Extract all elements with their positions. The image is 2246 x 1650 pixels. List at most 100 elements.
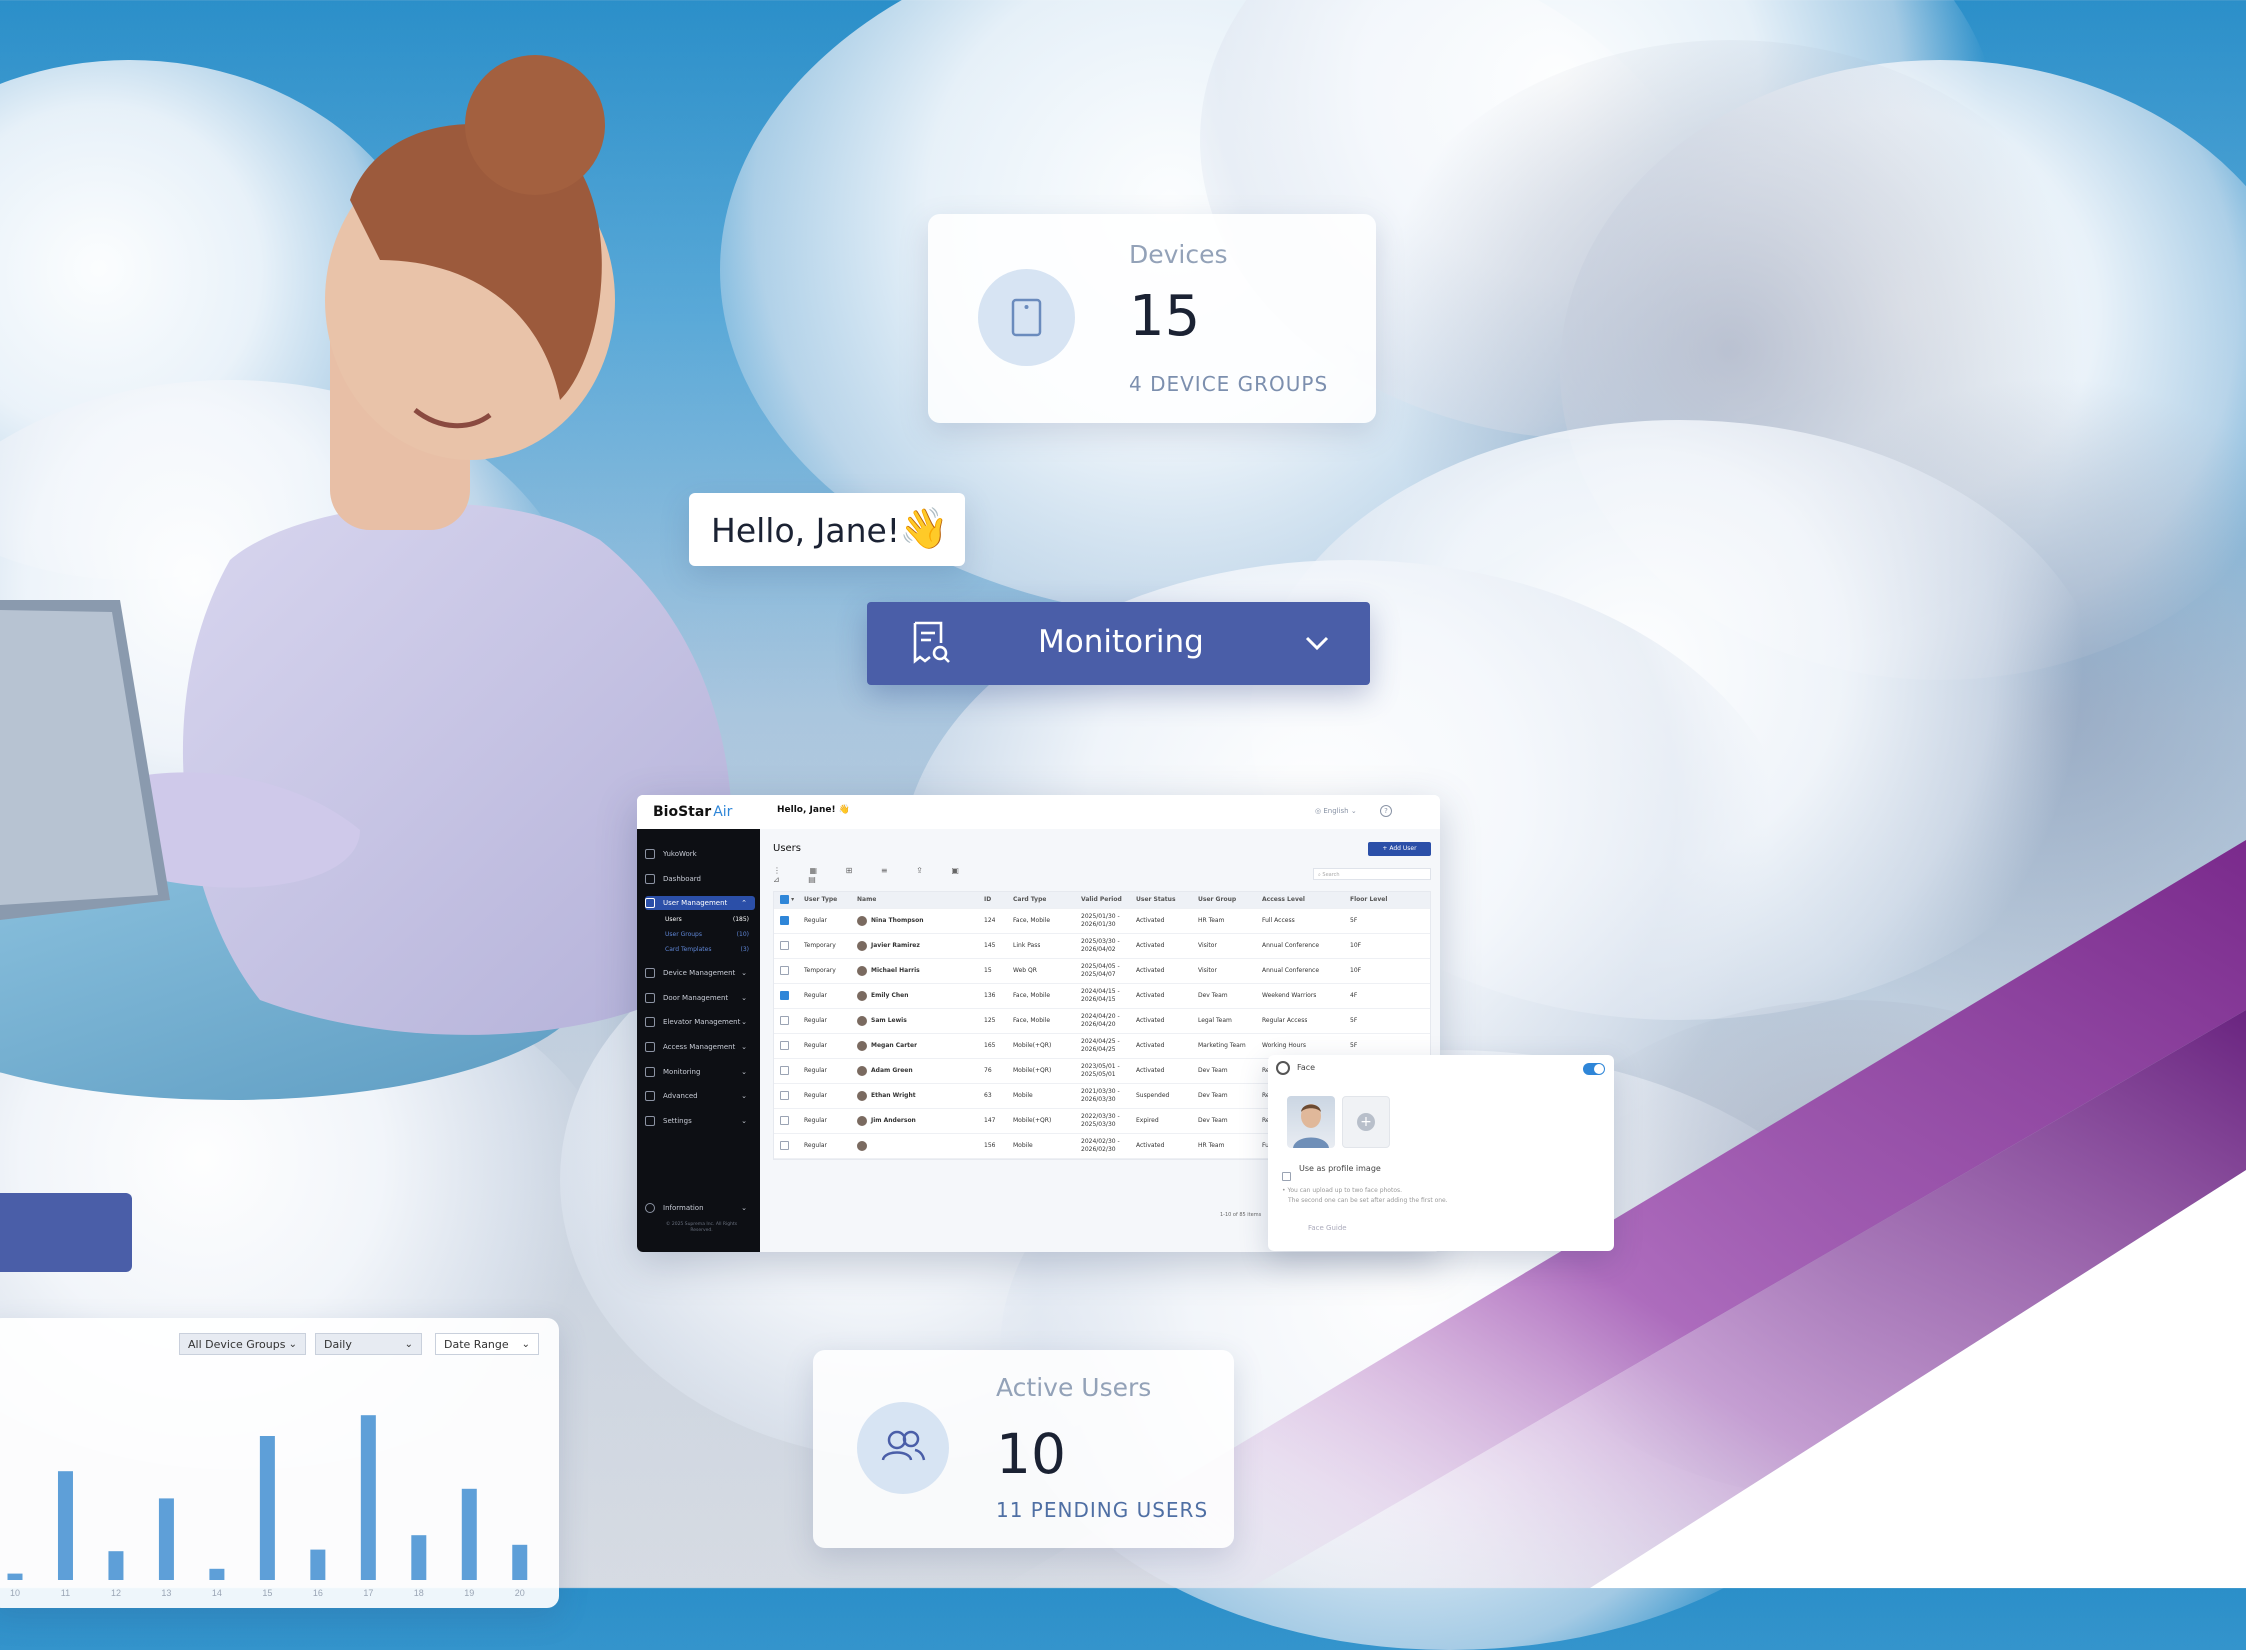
row-checkbox[interactable] <box>780 1059 789 1083</box>
partial-blue-button[interactable] <box>0 1193 132 1272</box>
plus-icon: + <box>1357 1113 1375 1131</box>
row-checkbox[interactable] <box>780 1109 789 1133</box>
table-row[interactable]: Regular Nina Thompson 124 Face, Mobile 2025/… <box>774 909 1430 934</box>
period-filter[interactable]: Daily ⌄ <box>315 1333 422 1355</box>
sidebar-item-information[interactable]: Information ⌄ <box>645 1201 755 1215</box>
x-tick-label: 14 <box>212 1588 222 1598</box>
sidebar-item-yukowork[interactable]: YukoWork <box>645 847 755 861</box>
sidebar-item-dashboard[interactable]: Dashboard <box>645 872 755 886</box>
col-user-type[interactable]: User Type <box>804 892 837 908</box>
table-row[interactable]: Regular Emily Chen 136 Face, Mobile 2024/04/… <box>774 984 1430 1009</box>
device-icon-circle <box>978 269 1075 366</box>
sidebar: YukoWork Dashboard User Management ⌃ User… <box>637 829 760 1252</box>
sidebar-item-door-management[interactable]: Door Management ⌄ <box>645 991 755 1005</box>
cell-id: 124 <box>984 917 996 924</box>
search-input[interactable]: ⌕ Search <box>1313 868 1431 880</box>
row-checkbox[interactable] <box>780 984 789 1008</box>
col-name[interactable]: Name <box>857 892 876 908</box>
chart-bar-17 <box>360 1415 376 1580</box>
cell-group: HR Team <box>1198 1142 1225 1149</box>
col-floor-level[interactable]: Floor Level <box>1350 892 1387 908</box>
face-guide-link[interactable]: Face Guide <box>1308 1224 1347 1232</box>
avatar <box>857 1090 867 1101</box>
row-checkbox[interactable] <box>780 934 789 958</box>
devices-card: Devices 15 4 DEVICE GROUPS <box>928 214 1376 423</box>
avatar <box>857 940 867 951</box>
greeting-text: Hello, Jane! <box>711 511 901 550</box>
x-tick-label: 16 <box>313 1588 323 1598</box>
cell-group: Dev Team <box>1198 1067 1228 1074</box>
device-group-filter[interactable]: All Device Groups ⌄ <box>179 1333 306 1355</box>
gear-icon <box>645 1116 655 1126</box>
row-checkbox[interactable] <box>780 1084 789 1108</box>
add-face-button[interactable]: + <box>1342 1096 1390 1148</box>
cell-name: Adam Green <box>857 1059 913 1083</box>
col-user-status[interactable]: User Status <box>1136 892 1176 908</box>
door-icon <box>645 993 655 1003</box>
monitoring-receipt-icon <box>913 621 950 664</box>
face-toggle[interactable] <box>1583 1063 1605 1075</box>
pagination-info: 1-10 of 85 items <box>1220 1212 1262 1218</box>
sidebar-item-advanced[interactable]: Advanced ⌄ <box>645 1089 755 1103</box>
sidebar-subitem-users[interactable]: Users (185) <box>665 913 755 927</box>
face-icon <box>1276 1061 1290 1075</box>
col-card-type[interactable]: Card Type <box>1013 892 1046 908</box>
cell-status: Activated <box>1136 1017 1165 1024</box>
waving-hand-icon: 👋 <box>899 506 949 552</box>
advanced-icon <box>645 1091 655 1101</box>
row-checkbox[interactable] <box>780 1134 789 1158</box>
help-icon[interactable]: ? <box>1380 805 1392 817</box>
cell-valid: 2025/03/30 - 2026/04/02 <box>1081 938 1120 953</box>
cell-name: Michael Harris <box>857 959 920 983</box>
col-user-group[interactable]: User Group <box>1198 892 1236 908</box>
sidebar-item-monitoring[interactable]: Monitoring ⌄ <box>645 1065 755 1079</box>
dashboard-icon <box>645 874 655 884</box>
row-checkbox[interactable] <box>780 959 789 983</box>
active-users-count: 10 <box>996 1422 1066 1486</box>
col-valid-period[interactable]: Valid Period <box>1081 892 1122 908</box>
cell-group: Dev Team <box>1198 1117 1228 1124</box>
cell-type: Regular <box>804 1117 828 1124</box>
col-access-level[interactable]: Access Level <box>1262 892 1305 908</box>
info-icon <box>645 1203 655 1213</box>
table-row[interactable]: Regular Sam Lewis 125 Face, Mobile 2024/04/2… <box>774 1009 1430 1034</box>
table-row[interactable]: Temporary Javier Ramirez 145 Link Pass 2025/… <box>774 934 1430 959</box>
cell-name: Nina Thompson <box>857 909 924 933</box>
select-all-checkbox[interactable]: ▾ <box>780 892 794 908</box>
sidebar-item-access-management[interactable]: Access Management ⌄ <box>645 1040 755 1054</box>
cell-valid: 2025/01/30 - 2026/01/30 <box>1081 913 1120 928</box>
avatar <box>857 990 867 1001</box>
cell-status: Activated <box>1136 1142 1165 1149</box>
toolbar: ⋮ ▦ ⊞ ≡ ⇪ ▣ ⊿ ▤ <box>773 866 972 884</box>
chart-bar-20 <box>512 1544 528 1580</box>
sidebar-item-user-management[interactable]: User Management ⌃ <box>645 896 755 910</box>
row-checkbox[interactable] <box>780 1009 789 1033</box>
sidebar-subitem-card-templates[interactable]: Card Templates (3) <box>665 943 755 957</box>
chart-bar-11 <box>57 1471 73 1580</box>
sidebar-item-device-management[interactable]: Device Management ⌄ <box>645 966 755 980</box>
sidebar-item-settings[interactable]: Settings ⌄ <box>645 1114 755 1128</box>
add-user-button[interactable]: + Add User <box>1368 842 1431 856</box>
devices-title: Devices <box>1129 240 1228 269</box>
cell-card: Face, Mobile <box>1013 1017 1051 1024</box>
sidebar-item-elevator-management[interactable]: Elevator Management ⌄ <box>645 1015 755 1029</box>
date-range-filter[interactable]: Date Range ⌄ <box>435 1333 539 1355</box>
table-row[interactable]: Temporary Michael Harris 15 Web QR 2025/04/0… <box>774 959 1430 984</box>
monitoring-dropdown[interactable]: Monitoring <box>867 602 1370 685</box>
avatar <box>857 1040 867 1051</box>
users-icon <box>881 1430 926 1461</box>
language-selector[interactable]: ◎ English ⌄ <box>1315 807 1357 815</box>
cell-valid: 2025/04/05 - 2025/04/07 <box>1081 963 1120 978</box>
col-id[interactable]: ID <box>984 892 991 908</box>
profile-image-checkbox[interactable] <box>1282 1166 1291 1185</box>
chevron-up-icon: ⌃ <box>741 899 747 907</box>
pending-users-count: 11 PENDING USERS <box>996 1498 1209 1522</box>
face-photo[interactable] <box>1287 1096 1335 1148</box>
sidebar-subitem-user-groups[interactable]: User Groups (10) <box>665 928 755 942</box>
row-checkbox[interactable] <box>780 909 789 933</box>
cell-group: Visitor <box>1198 942 1217 949</box>
row-checkbox[interactable] <box>780 1034 789 1058</box>
chart-bar-15 <box>259 1436 275 1580</box>
cell-id: 63 <box>984 1092 992 1099</box>
bar-chart: 10 11 12 13 14 15 16 17 18 19 20 <box>7 1415 528 1598</box>
